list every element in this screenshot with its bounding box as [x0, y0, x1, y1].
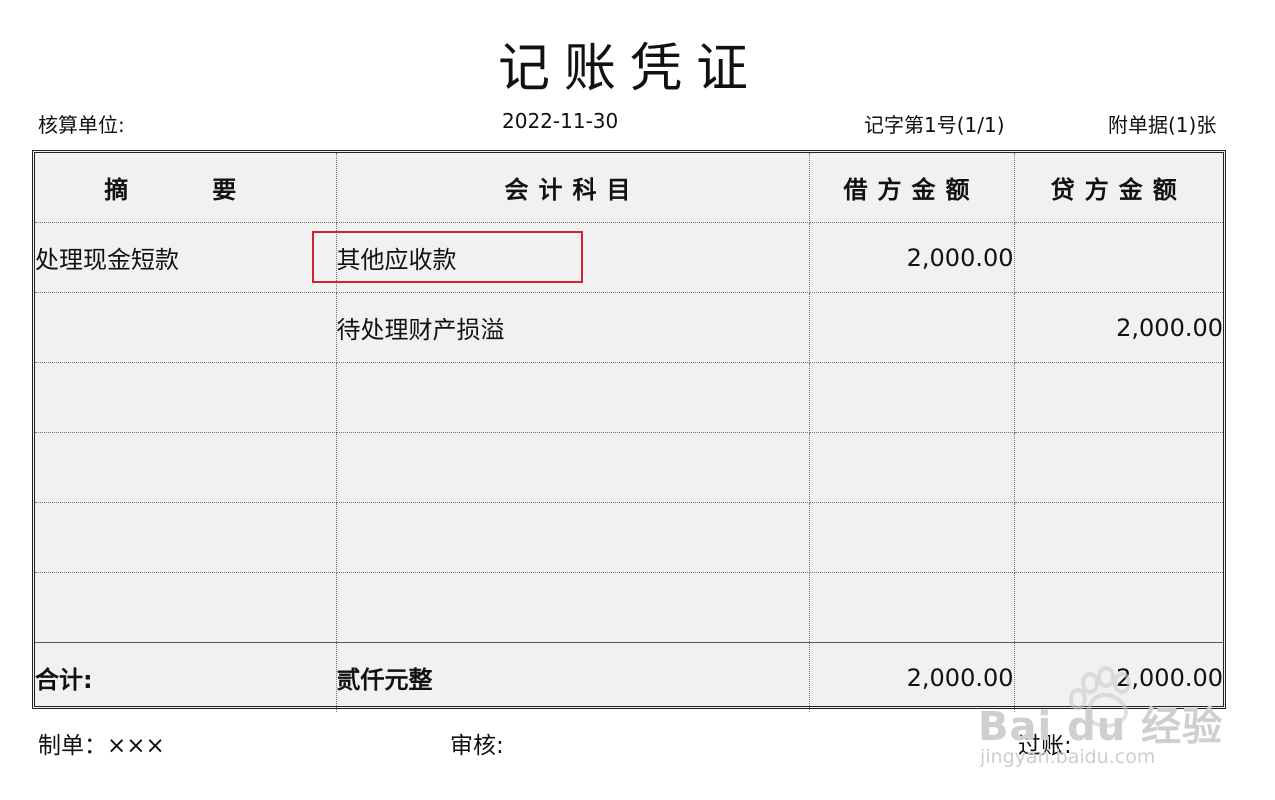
row-debit: [808, 572, 1015, 643]
row-credit: [1013, 362, 1223, 433]
row-debit: [808, 362, 1015, 433]
row-account: [335, 432, 810, 503]
row-summary: [35, 292, 337, 363]
row-account: 其他应收款: [335, 222, 810, 293]
table-row: [35, 432, 1223, 503]
voucher-table-frame: 摘 要 会计科目 借方金额 贷方金额 处理现金短款 其他应收款 2,000.00…: [32, 150, 1226, 712]
row-credit: 2,000.00: [1013, 292, 1223, 363]
row-debit: [808, 292, 1015, 363]
total-amount-in-words: 贰仟元整: [335, 642, 810, 712]
attachment-count: 附单据(1)张: [1108, 113, 1217, 137]
total-label: 合计:: [35, 642, 337, 712]
row-account: [335, 502, 810, 573]
accounting-unit-label: 核算单位:: [38, 113, 125, 137]
table-row: [35, 572, 1223, 643]
row-summary: [35, 572, 337, 643]
row-credit: [1013, 572, 1223, 643]
row-debit: [808, 432, 1015, 503]
header-account: 会计科目: [335, 153, 810, 223]
row-debit: [808, 502, 1015, 573]
row-credit: [1013, 502, 1223, 573]
row-account: 待处理财产损溢: [335, 292, 810, 363]
row-summary: [35, 362, 337, 433]
row-credit: [1013, 432, 1223, 503]
header-credit: 贷方金额: [1013, 153, 1223, 223]
row-summary: [35, 432, 337, 503]
table-row: 处理现金短款 其他应收款 2,000.00: [35, 222, 1223, 293]
table-row: [35, 502, 1223, 573]
table-row: 待处理财产损溢 2,000.00: [35, 292, 1223, 363]
watermark-brand: Bai du 经验: [978, 704, 1224, 750]
table-header-row: 摘 要 会计科目 借方金额 贷方金额: [35, 153, 1223, 223]
voucher-title: 记账凭证: [497, 39, 762, 99]
prepared-by: 制单：×××: [38, 733, 165, 759]
voucher-table: 摘 要 会计科目 借方金额 贷方金额 处理现金短款 其他应收款 2,000.00…: [35, 153, 1223, 712]
header-summary: 摘 要: [35, 153, 337, 223]
header-debit: 借方金额: [808, 153, 1015, 223]
row-debit: 2,000.00: [808, 222, 1015, 293]
table-row: [35, 362, 1223, 433]
row-summary: 处理现金短款: [35, 222, 337, 293]
row-account: [335, 362, 810, 433]
row-summary: [35, 502, 337, 573]
row-credit: [1013, 222, 1223, 293]
voucher-date: 2022-11-30: [502, 109, 619, 133]
row-account: [335, 572, 810, 643]
reviewed-by: 审核:: [450, 733, 504, 759]
voucher-number: 记字第1号(1/1): [864, 113, 1005, 137]
watermark-url: jingyan.baidu.com: [980, 746, 1156, 768]
